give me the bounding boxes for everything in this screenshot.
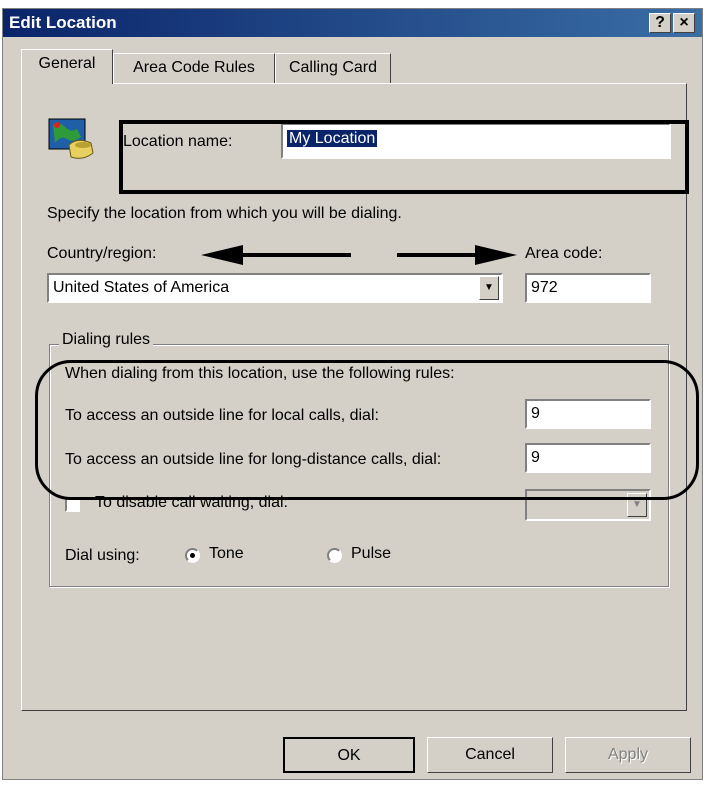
tab-general-label: General	[38, 55, 96, 72]
dial-using-label: Dial using:	[65, 547, 140, 564]
country-region-value: United States of America	[53, 279, 230, 296]
pulse-label: Pulse	[351, 545, 392, 562]
location-phone-icon	[47, 115, 97, 163]
tab-area-code-rules-label: Area Code Rules	[133, 59, 255, 76]
area-code-value: 972	[531, 279, 558, 296]
area-code-label: Area code:	[525, 245, 603, 262]
close-button[interactable]: ×	[673, 13, 695, 33]
tab-calling-card[interactable]: Calling Card	[275, 53, 391, 83]
dialing-rules-group-label: Dialing rules	[59, 331, 154, 349]
annotation-oval-dialing-rules	[35, 360, 699, 500]
arrow-right-icon	[475, 245, 517, 265]
ok-button[interactable]: OK	[283, 737, 415, 773]
pulse-radio[interactable]	[327, 548, 342, 563]
specify-location-text: Specify the location from which you will…	[47, 205, 402, 222]
area-code-input[interactable]: 972	[525, 273, 651, 303]
arrow-left-icon	[201, 245, 243, 265]
annotation-box-location-name	[119, 120, 689, 194]
country-dropdown-button[interactable]: ▼	[479, 276, 499, 300]
tone-label: Tone	[209, 545, 244, 562]
title-bar: Edit Location ? ×	[3, 9, 702, 37]
arrow-left-line	[241, 253, 351, 257]
tab-calling-card-label: Calling Card	[288, 59, 378, 76]
arrow-right-line	[397, 253, 477, 257]
help-button[interactable]: ?	[649, 13, 671, 33]
country-region-label: Country/region:	[47, 245, 157, 262]
tone-radio[interactable]	[185, 548, 200, 563]
tab-area-code-rules[interactable]: Area Code Rules	[113, 53, 275, 83]
tab-general[interactable]: General	[21, 49, 113, 84]
apply-button: Apply	[565, 737, 691, 773]
window-title: Edit Location	[9, 13, 117, 32]
country-region-select[interactable]: United States of America	[47, 273, 503, 303]
cancel-button[interactable]: Cancel	[427, 737, 553, 773]
edit-location-dialog: Edit Location ? × General Area Code Rule…	[2, 8, 703, 780]
